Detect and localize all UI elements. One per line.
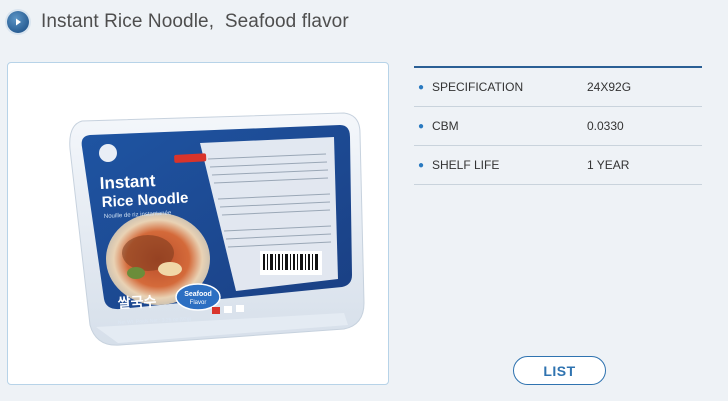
spec-value: 1 YEAR: [587, 158, 630, 172]
page-title: Instant Rice Noodle, Seafood flavor: [41, 11, 349, 32]
spec-table: ● SPECIFICATION 24X92G ● CBM 0.0330 ● SH…: [414, 66, 702, 185]
page-header: Instant Rice Noodle, Seafood flavor: [7, 8, 349, 36]
play-arrow-icon: [7, 11, 29, 33]
product-image: Instant Rice Noodle Nouille de riz insta…: [69, 112, 365, 346]
product-image-panel: Instant Rice Noodle Nouille de riz insta…: [7, 62, 389, 385]
flavor-badge-top: Seafood: [184, 291, 212, 298]
list-button[interactable]: LIST: [513, 356, 606, 385]
spec-row-specification: ● SPECIFICATION 24X92G: [414, 68, 702, 107]
spec-row-cbm: ● CBM 0.0330: [414, 107, 702, 146]
bullet-dot-icon: ●: [417, 81, 425, 93]
bullet-dot-icon: ●: [417, 120, 425, 132]
spec-value: 0.0330: [587, 119, 624, 133]
spec-label: CBM: [432, 119, 459, 133]
bullet-dot-icon: ●: [417, 159, 425, 171]
spec-label: SHELF LIFE: [432, 158, 500, 172]
package-brand-text: Instant: [99, 171, 156, 193]
package-korean-name: 쌀국수: [117, 293, 157, 312]
spec-row-shelf-life: ● SHELF LIFE 1 YEAR: [414, 146, 702, 185]
spec-value: 24X92G: [587, 80, 632, 94]
spec-label: SPECIFICATION: [432, 80, 524, 94]
flavor-badge-bottom: Flavor: [190, 300, 207, 306]
